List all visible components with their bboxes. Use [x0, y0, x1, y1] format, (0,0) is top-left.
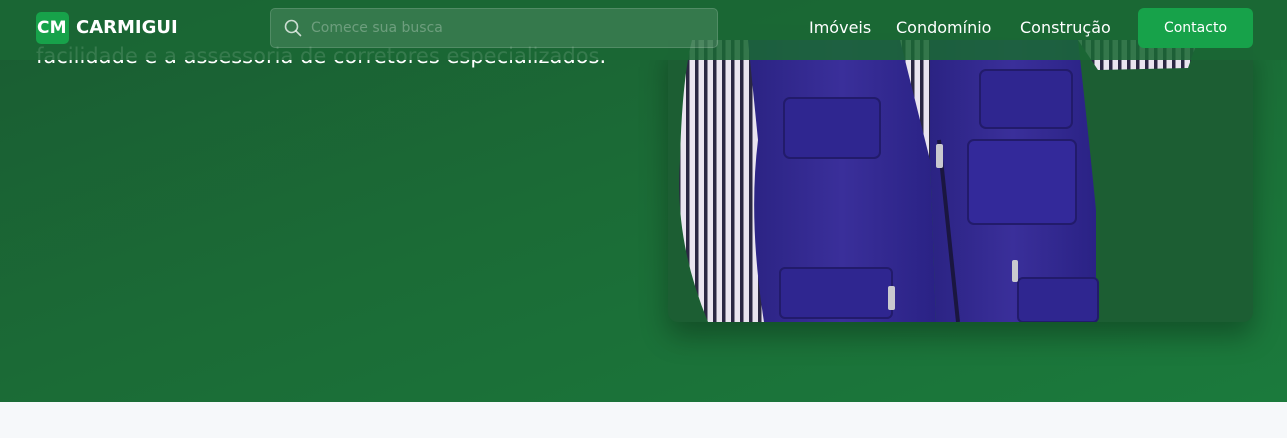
search-input[interactable]	[311, 9, 711, 47]
contact-button[interactable]: Contacto	[1138, 8, 1253, 48]
content-area	[0, 402, 1287, 438]
hero-photo	[668, 40, 1253, 322]
nav-link-imoveis[interactable]: Imóveis	[809, 17, 871, 39]
top-navbar: CM CARMIGUI Imóveis Condomínio Construçã…	[0, 0, 1287, 60]
search-bar	[270, 8, 718, 48]
search-icon[interactable]	[283, 18, 303, 38]
nav-link-construcao[interactable]: Construção	[1020, 17, 1111, 39]
hero-section: facilidade e a assessoria de corretores …	[0, 0, 1287, 402]
nav-link-condominio[interactable]: Condomínio	[896, 17, 991, 39]
worker-vest-illustration	[679, 40, 1198, 322]
logo-badge[interactable]: CM	[36, 12, 69, 44]
logo-text[interactable]: CARMIGUI	[76, 16, 178, 40]
